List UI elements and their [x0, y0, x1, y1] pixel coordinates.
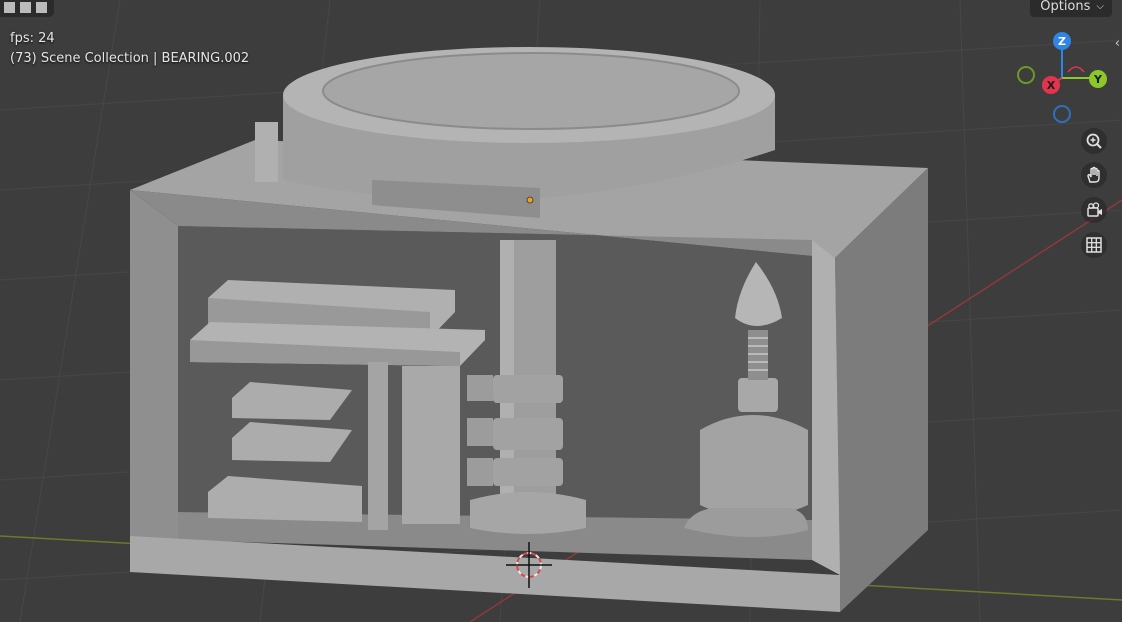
gizmo-z-label: Z	[1058, 35, 1066, 48]
scene-collection-info: (73) Scene Collection | BEARING.002	[10, 51, 250, 66]
camera-view-icon	[1087, 202, 1102, 217]
options-label: Options	[1040, 0, 1091, 14]
chevron-down-icon: ⌵	[1096, 1, 1104, 12]
ortho-toggle-button[interactable]	[1081, 232, 1107, 258]
gizmo-x-label: X	[1047, 79, 1056, 92]
chevron-left-icon[interactable]: ‹	[1115, 36, 1120, 51]
fps-counter: fps: 24	[10, 31, 55, 46]
zoom-icon	[1086, 133, 1102, 149]
origin-point	[526, 196, 534, 204]
options-dropdown[interactable]: Options ⌵	[1030, 0, 1112, 17]
navigation-gizmo[interactable]: Z Y X	[1012, 28, 1112, 128]
bearing-model[interactable]	[130, 47, 928, 612]
gizmo-neg-y[interactable]	[1017, 66, 1035, 84]
viewport-scene[interactable]	[0, 0, 1122, 622]
pan-button[interactable]	[1081, 162, 1107, 188]
editor-mode-button[interactable]	[0, 0, 54, 17]
gizmo-y-label: Y	[1093, 73, 1103, 86]
gizmo-neg-z[interactable]	[1053, 105, 1071, 123]
zoom-button[interactable]	[1081, 128, 1107, 154]
hand-pan-icon	[1087, 166, 1100, 183]
grid-ortho-icon	[1086, 237, 1102, 253]
camera-view-button[interactable]	[1081, 197, 1107, 223]
object-mode-icon	[4, 2, 15, 13]
